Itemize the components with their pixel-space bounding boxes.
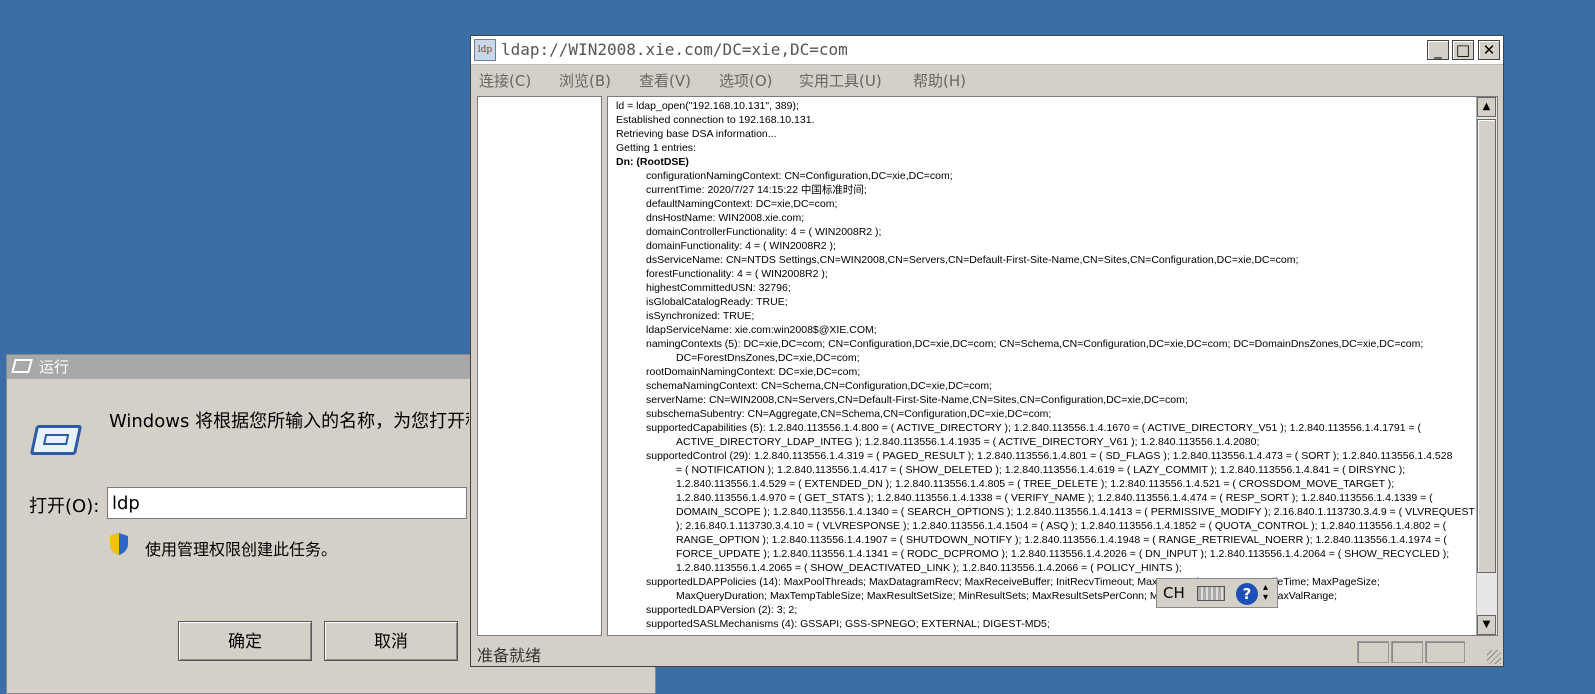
output-line: isSynchronized: TRUE; <box>646 310 755 322</box>
run-icon <box>11 359 33 373</box>
output-line: dsServiceName: CN=NTDS Settings,CN=WIN20… <box>646 254 1299 266</box>
output-line: supportedSASLMechanisms (4): GSSAPI; GSS… <box>646 618 1050 630</box>
output-line: supportedCapabilities (5): 1.2.840.11355… <box>646 422 1422 434</box>
help-icon[interactable]: ? <box>1236 583 1258 605</box>
output-line: FORCE_UPDATE ); 1.2.840.113556.1.4.1341 … <box>676 548 1450 560</box>
keyboard-icon[interactable] <box>1197 586 1225 601</box>
menu-options[interactable]: 选项(O) <box>719 70 773 91</box>
output-pane[interactable]: ld = ldap_open("192.168.10.131", 389); Es… <box>607 96 1498 636</box>
output-line: ldapServiceName: xie.com:win2008$@XIE.CO… <box>646 324 877 336</box>
status-cell <box>1391 641 1423 663</box>
menu-connection[interactable]: 连接(C) <box>479 70 531 91</box>
cancel-button[interactable]: 取消 <box>324 621 458 661</box>
output-line: RANGE_OPTION ); 1.2.840.113556.1.4.1907 … <box>676 534 1447 546</box>
output-line: ); 2.16.840.1.113730.3.4.10 = ( VLVRESPO… <box>676 520 1447 532</box>
output-line: supportedControl (29): 1.2.840.113556.1.… <box>646 450 1453 462</box>
ime-menu-icon[interactable]: ▴ ▾ <box>1263 583 1268 603</box>
ldp-window-title: ldap://WIN2008.xie.com/DC=xie,DC=com <box>501 40 848 59</box>
ok-button[interactable]: 确定 <box>178 621 312 661</box>
scroll-up-icon[interactable]: ▲ <box>1477 97 1496 117</box>
output-line: namingContexts (5): DC=xie,DC=com; CN=Co… <box>646 338 1424 350</box>
output-line: MaxQueryDuration; MaxTempTableSize; MaxR… <box>676 590 1337 602</box>
run-description: Windows 将根据您所输入的名称，为您打开程序、文件夹、文档或 Intern… <box>109 411 469 432</box>
open-input[interactable] <box>107 487 467 519</box>
vertical-scrollbar[interactable]: ▲ ▼ <box>1476 97 1497 635</box>
output-line: defaultNamingContext: DC=xie,DC=com; <box>646 198 838 210</box>
output-line: ld = ldap_open("192.168.10.131", 389); <box>616 100 799 112</box>
ldp-app-icon: ldp <box>474 39 496 61</box>
scroll-thumb[interactable] <box>1477 119 1496 573</box>
output-line: highestCommittedUSN: 32796; <box>646 282 791 294</box>
output-line: domainFunctionality: 4 = ( WIN2008R2 ); <box>646 240 836 252</box>
menu-browse[interactable]: 浏览(B) <box>559 70 611 91</box>
output-line: Getting 1 entries: <box>616 142 696 154</box>
ime-language[interactable]: CH <box>1163 584 1185 602</box>
output-line: isGlobalCatalogReady: TRUE; <box>646 296 788 308</box>
output-line: schemaNamingContext: CN=Schema,CN=Config… <box>646 380 993 392</box>
close-button[interactable]: ✕ <box>1478 40 1500 60</box>
ldp-titlebar[interactable]: ldp ldap://WIN2008.xie.com/DC=xie,DC=com… <box>471 36 1503 65</box>
output-line: 1.2.840.113556.1.4.970 = ( GET_STATS ); … <box>676 492 1433 504</box>
output-line: = ( NOTIFICATION ); 1.2.840.113556.1.4.4… <box>676 464 1406 476</box>
run-program-icon <box>29 425 83 455</box>
maximize-button[interactable]: □ <box>1452 40 1474 60</box>
status-cell <box>1425 641 1465 663</box>
status-text: 准备就绪 <box>477 646 542 665</box>
menubar: 连接(C) 浏览(B) 查看(V) 选项(O) 实用工具(U) 帮助(H) <box>471 65 1503 93</box>
ime-toolbar: CH ? ▴ ▾ <box>1156 578 1278 608</box>
status-cell <box>1357 641 1389 663</box>
output-line: DC=ForestDnsZones,DC=xie,DC=com; <box>676 352 860 364</box>
output-line: ACTIVE_DIRECTORY_LDAP_INTEG ); 1.2.840.1… <box>676 436 1260 448</box>
admin-task-text: 使用管理权限创建此任务。 <box>145 540 338 559</box>
resize-grip[interactable] <box>1487 650 1501 664</box>
status-bar: 准备就绪 <box>471 638 1503 666</box>
output-line: subschemaSubentry: CN=Aggregate,CN=Schem… <box>646 408 1052 420</box>
output-line: Retrieving base DSA information... <box>616 128 777 140</box>
output-line: DOMAIN_SCOPE ); 1.2.840.113556.1.4.1340 … <box>676 506 1475 518</box>
output-line: currentTime: 2020/7/27 14:15:22 中国标准时间; <box>646 184 867 196</box>
output-line: 1.2.840.113556.1.4.529 = ( EXTENDED_DN )… <box>676 478 1395 490</box>
output-line: Dn: (RootDSE) <box>616 156 689 168</box>
output-line: rootDomainNamingContext: DC=xie,DC=com; <box>646 366 861 378</box>
menu-view[interactable]: 查看(V) <box>639 70 691 91</box>
output-line: serverName: CN=WIN2008,CN=Servers,CN=Def… <box>646 394 1188 406</box>
output-line: forestFunctionality: 4 = ( WIN2008R2 ); <box>646 268 828 280</box>
uac-shield-icon <box>110 533 128 555</box>
menu-utilities[interactable]: 实用工具(U) <box>799 70 882 91</box>
menu-help[interactable]: 帮助(H) <box>913 70 966 91</box>
output-text: ld = ldap_open("192.168.10.131", 389); Es… <box>616 99 1475 631</box>
output-line: Established connection to 192.168.10.131… <box>616 114 815 126</box>
ldp-window: ldp ldap://WIN2008.xie.com/DC=xie,DC=com… <box>470 35 1504 667</box>
run-dialog-title: 运行 <box>39 358 70 376</box>
output-line: configurationNamingContext: CN=Configura… <box>646 170 953 182</box>
output-line: supportedLDAPVersion (2): 3; 2; <box>646 604 798 616</box>
tree-pane[interactable] <box>477 96 602 636</box>
output-line: domainControllerFunctionality: 4 = ( WIN… <box>646 226 882 238</box>
output-line: supportedLDAPPolicies (14): MaxPoolThrea… <box>646 576 1380 588</box>
output-line: dnsHostName: WIN2008.xie.com; <box>646 212 805 224</box>
minimize-button[interactable]: _ <box>1427 40 1449 60</box>
scroll-down-icon[interactable]: ▼ <box>1477 615 1496 635</box>
open-label: 打开(O): <box>29 496 100 517</box>
output-line: 1.2.840.113556.1.4.2065 = ( SHOW_DEACTIV… <box>676 562 1182 574</box>
